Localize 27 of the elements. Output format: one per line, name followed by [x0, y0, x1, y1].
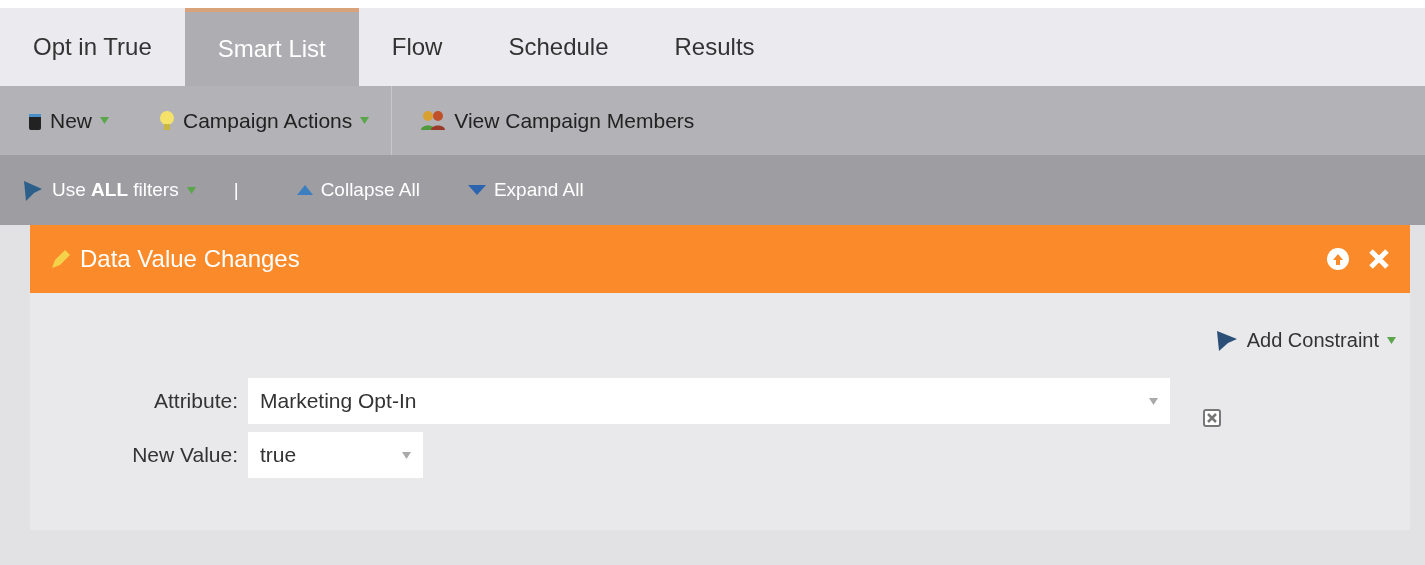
add-constraint-button[interactable]: Add Constraint [1214, 325, 1396, 355]
people-icon [420, 109, 447, 132]
triangle-up-icon [296, 185, 313, 195]
lightbulb-icon [159, 109, 175, 132]
delete-icon[interactable] [1203, 409, 1221, 427]
triangle-down-icon [467, 185, 486, 195]
toolbar-button[interactable]: View Campaign Members [392, 86, 717, 155]
tab[interactable]: Flow [358, 8, 476, 86]
tab[interactable]: Opt in True [0, 8, 185, 86]
trash-can-icon [28, 111, 42, 130]
caret-icon [402, 451, 411, 459]
pencil-icon [50, 248, 72, 270]
field-label: New Value: [131, 442, 239, 469]
dropdown-field[interactable]: true [248, 432, 423, 478]
field-label: Attribute: [152, 388, 239, 415]
caret-icon [1149, 397, 1158, 405]
separator: | [233, 177, 239, 202]
toolbar-button[interactable]: New [0, 86, 131, 155]
caret-icon [360, 117, 370, 124]
tab[interactable]: Schedule [475, 8, 642, 86]
caret-icon [1387, 336, 1396, 344]
dropdown-field[interactable]: Marketing Opt-In [248, 378, 1170, 424]
caret-icon [100, 117, 109, 124]
filter-title: Data Value Changes [80, 244, 301, 274]
tab[interactable]: Results [641, 8, 788, 86]
caret-icon [186, 186, 196, 194]
close-icon[interactable] [1368, 248, 1390, 270]
